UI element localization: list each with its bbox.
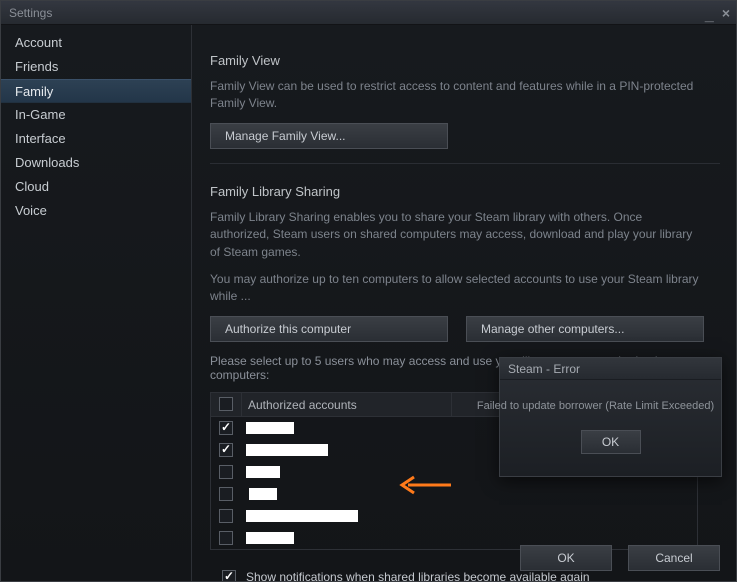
row-checkbox[interactable]	[219, 531, 233, 545]
account-name-redacted	[246, 444, 328, 456]
manage-family-view-button[interactable]: Manage Family View...	[210, 123, 448, 149]
ok-button[interactable]: OK	[520, 545, 612, 571]
manage-computers-button[interactable]: Manage other computers...	[466, 316, 704, 342]
authorize-computer-button[interactable]: Authorize this computer	[210, 316, 448, 342]
row-checkbox[interactable]	[219, 421, 233, 435]
close-icon[interactable]: ×	[722, 5, 730, 21]
sidebar: Account Friends Family In-Game Interface…	[1, 25, 192, 581]
family-view-title: Family View	[210, 53, 720, 68]
account-name-redacted	[246, 422, 294, 434]
settings-window: Settings _ × Account Friends Family In-G…	[0, 0, 737, 582]
header-checkbox[interactable]	[219, 397, 233, 411]
error-dialog: Steam - Error Failed to update borrower …	[499, 357, 722, 477]
column-authorized-accounts[interactable]: Authorized accounts	[241, 393, 451, 416]
error-message: Failed to update borrower (Rate Limit Ex…	[460, 380, 731, 412]
sidebar-item-voice[interactable]: Voice	[1, 199, 191, 223]
minimize-icon[interactable]: _	[705, 7, 714, 25]
show-notifications-label: Show notifications when shared libraries…	[246, 570, 590, 581]
error-ok-button[interactable]: OK	[581, 430, 641, 454]
row-checkbox[interactable]	[219, 509, 233, 523]
window-title: Settings	[9, 6, 52, 20]
account-name-redacted	[246, 466, 280, 478]
sidebar-item-in-game[interactable]: In-Game	[1, 103, 191, 127]
row-checkbox[interactable]	[219, 465, 233, 479]
sidebar-item-downloads[interactable]: Downloads	[1, 151, 191, 175]
titlebar: Settings _ ×	[1, 1, 736, 25]
family-view-desc: Family View can be used to restrict acce…	[210, 78, 700, 113]
show-notifications-checkbox[interactable]	[222, 570, 236, 581]
sharing-desc-2: You may authorize up to ten computers to…	[210, 271, 700, 306]
error-dialog-title: Steam - Error	[500, 358, 721, 380]
cancel-button[interactable]: Cancel	[628, 545, 720, 571]
sharing-desc-1: Family Library Sharing enables you to sh…	[210, 209, 700, 261]
account-name-redacted	[246, 510, 358, 522]
table-row[interactable]	[211, 483, 697, 505]
authorize-row: Authorize this computer Manage other com…	[210, 316, 720, 342]
content-pane: Family View Family View can be used to r…	[192, 25, 736, 581]
table-row[interactable]	[211, 505, 697, 527]
dialog-footer: OK Cancel	[520, 545, 720, 571]
account-name-redacted	[246, 532, 294, 544]
sidebar-item-friends[interactable]: Friends	[1, 55, 191, 79]
account-name-redacted	[249, 488, 277, 500]
window-controls: _ ×	[705, 4, 730, 22]
row-checkbox[interactable]	[219, 487, 233, 501]
sidebar-item-family[interactable]: Family	[1, 79, 191, 103]
window-body: Account Friends Family In-Game Interface…	[1, 25, 736, 581]
divider	[210, 163, 720, 164]
sidebar-item-account[interactable]: Account	[1, 31, 191, 55]
notification-row: Show notifications when shared libraries…	[210, 570, 720, 581]
sidebar-item-interface[interactable]: Interface	[1, 127, 191, 151]
sidebar-item-cloud[interactable]: Cloud	[1, 175, 191, 199]
sharing-title: Family Library Sharing	[210, 184, 720, 199]
row-checkbox[interactable]	[219, 443, 233, 457]
